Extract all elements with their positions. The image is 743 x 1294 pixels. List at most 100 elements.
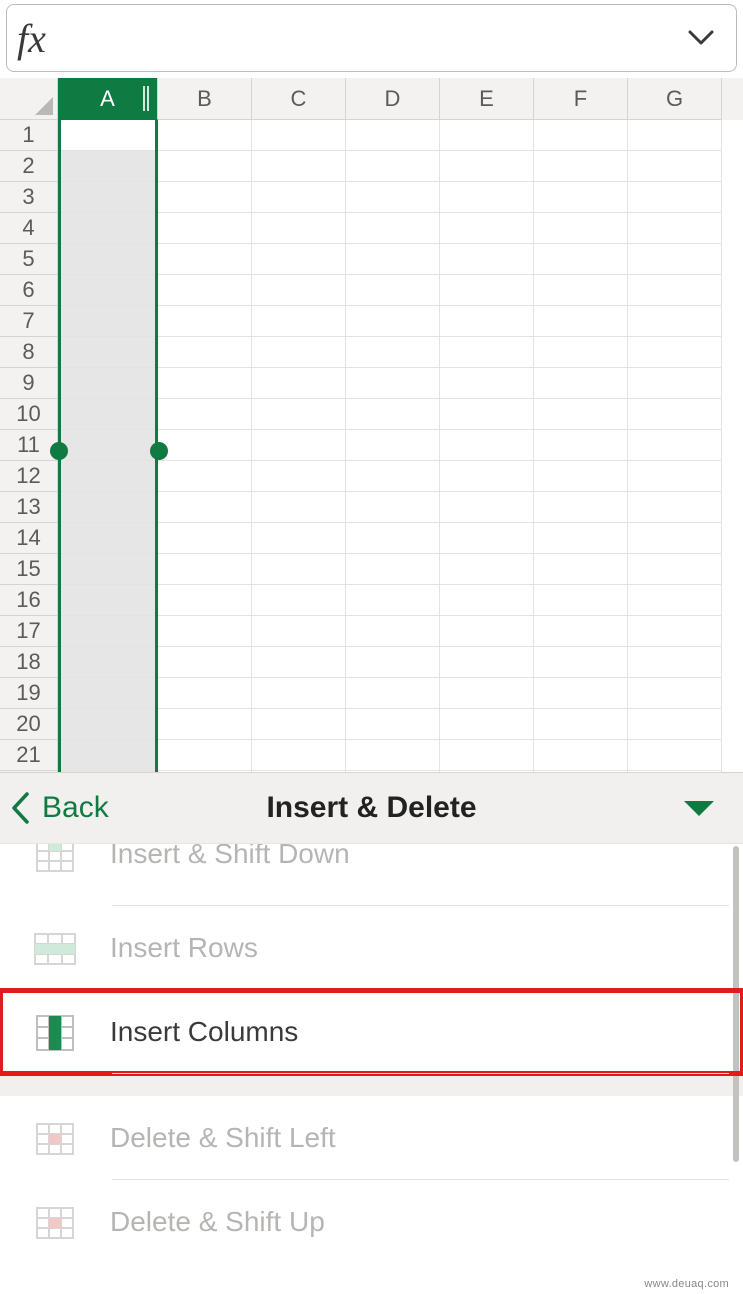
cell[interactable] [628,461,722,492]
row-header-15[interactable]: 15 [0,554,58,585]
cell[interactable] [440,368,534,399]
cell[interactable] [534,120,628,151]
cell[interactable] [534,399,628,430]
cell[interactable] [346,399,440,430]
cell[interactable] [346,492,440,523]
cell[interactable] [534,368,628,399]
cell[interactable] [440,275,534,306]
cell[interactable] [628,740,722,771]
cell[interactable] [534,337,628,368]
cell[interactable] [252,213,346,244]
cell[interactable] [534,554,628,585]
cell[interactable] [158,182,252,213]
cell[interactable] [158,554,252,585]
cell[interactable] [158,430,252,461]
cell[interactable] [252,740,346,771]
cell[interactable] [534,182,628,213]
cell[interactable] [440,399,534,430]
column-header-F[interactable]: F [534,78,628,120]
cell[interactable] [158,523,252,554]
cell[interactable] [346,182,440,213]
cell[interactable] [440,709,534,740]
cell[interactable] [440,244,534,275]
formula-expand-icon[interactable] [684,21,718,55]
cell[interactable] [58,492,158,523]
cell[interactable] [58,430,158,461]
cell[interactable] [534,461,628,492]
cell[interactable] [440,306,534,337]
cell[interactable] [58,151,158,182]
cell[interactable] [534,430,628,461]
row-header-5[interactable]: 5 [0,244,58,275]
cell[interactable] [252,151,346,182]
row-header-20[interactable]: 20 [0,709,58,740]
cell[interactable] [628,306,722,337]
cell[interactable] [346,740,440,771]
cell[interactable] [628,399,722,430]
cell[interactable] [58,337,158,368]
cell[interactable] [58,585,158,616]
row-header-13[interactable]: 13 [0,492,58,523]
column-header-A[interactable]: A [58,78,158,120]
cell[interactable] [346,678,440,709]
cell[interactable] [534,244,628,275]
row-header-1[interactable]: 1 [0,120,58,151]
cell[interactable] [158,647,252,678]
row-header-14[interactable]: 14 [0,523,58,554]
cell[interactable] [346,647,440,678]
cell[interactable] [58,306,158,337]
cell[interactable] [440,523,534,554]
cell[interactable] [58,554,158,585]
cell[interactable] [346,368,440,399]
cell[interactable] [346,461,440,492]
cell[interactable] [252,368,346,399]
cell[interactable] [534,740,628,771]
cell[interactable] [158,461,252,492]
column-header-G[interactable]: G [628,78,722,120]
cell[interactable] [252,461,346,492]
cell[interactable] [252,244,346,275]
cell[interactable] [252,430,346,461]
cell[interactable] [628,337,722,368]
cell[interactable] [534,647,628,678]
cell[interactable] [158,740,252,771]
cell[interactable] [58,709,158,740]
cell[interactable] [58,616,158,647]
cell[interactable] [252,616,346,647]
cell[interactable] [440,120,534,151]
cell[interactable] [628,213,722,244]
row-header-3[interactable]: 3 [0,182,58,213]
cell[interactable] [628,182,722,213]
cell[interactable] [58,399,158,430]
column-header-C[interactable]: C [252,78,346,120]
cell[interactable] [534,492,628,523]
row-header-21[interactable]: 21 [0,740,58,771]
cell[interactable] [440,461,534,492]
spreadsheet-grid[interactable]: ABCDEFG 12345678910111213141516171819202… [0,78,743,772]
cell[interactable] [252,492,346,523]
cell[interactable] [440,740,534,771]
cell[interactable] [58,120,158,151]
cell[interactable] [158,306,252,337]
cell[interactable] [534,213,628,244]
cell[interactable] [346,616,440,647]
cell[interactable] [534,306,628,337]
cell[interactable] [628,492,722,523]
cell[interactable] [158,709,252,740]
cell[interactable] [158,616,252,647]
cell[interactable] [628,523,722,554]
cell[interactable] [158,678,252,709]
cell[interactable] [252,709,346,740]
cell[interactable] [534,709,628,740]
back-button[interactable]: Back [10,791,109,825]
cell[interactable] [628,275,722,306]
cell[interactable] [534,616,628,647]
cell[interactable] [346,244,440,275]
row-header-9[interactable]: 9 [0,368,58,399]
cell[interactable] [440,616,534,647]
cell[interactable] [58,368,158,399]
cell[interactable] [628,151,722,182]
menu-item-insert-columns[interactable]: Insert Columns [0,990,743,1074]
cell[interactable] [628,244,722,275]
cell[interactable] [58,213,158,244]
